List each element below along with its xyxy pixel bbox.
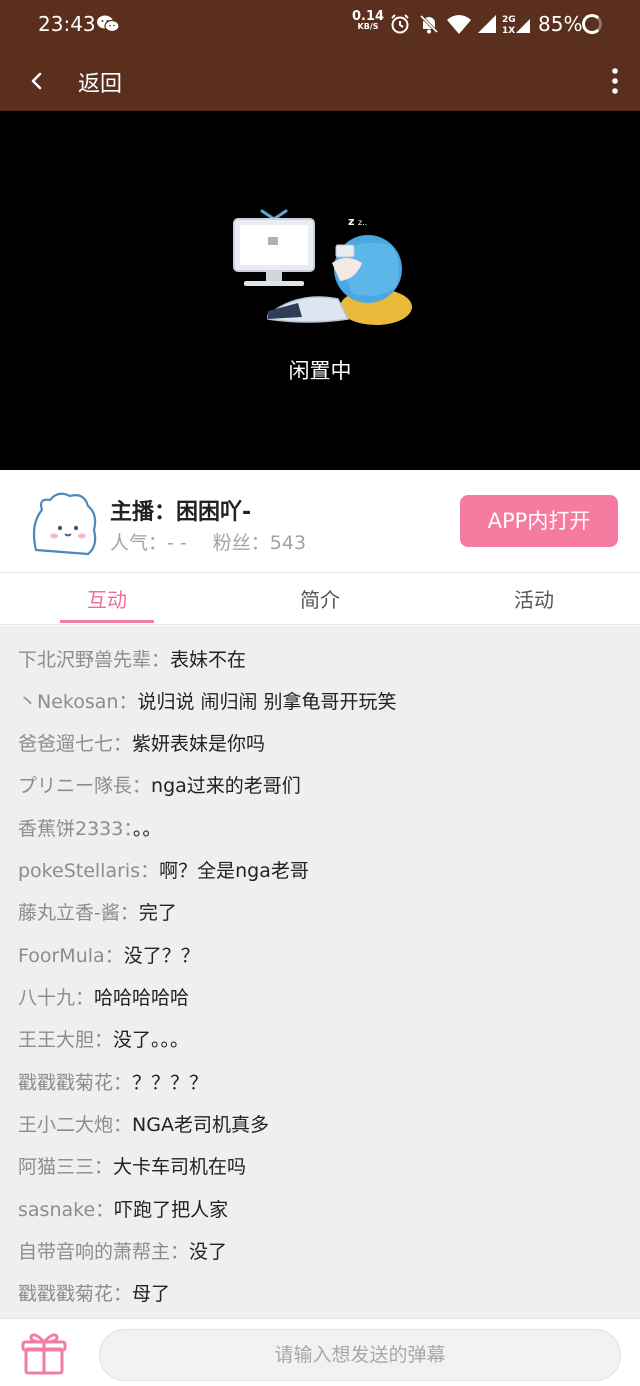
chat-message: 自带音响的萧帮主：没了	[18, 1241, 228, 1263]
status-time: 23:43	[38, 12, 96, 36]
bottom-input-bar: 请输入想发送的弹幕	[0, 1318, 640, 1386]
chat-text: nga过来的老哥们	[151, 775, 301, 797]
chat-text: NGA老司机真多	[132, 1114, 269, 1136]
chat-username: sasnake	[18, 1199, 96, 1221]
back-button[interactable]: 返回	[78, 66, 122, 98]
chat-message: 戳戳戳菊花：母了	[18, 1283, 171, 1305]
chevron-left-icon[interactable]	[24, 66, 50, 96]
anchor-name: 主播：困困吖-	[110, 500, 252, 525]
chat-username: 戳戳戳菊花	[18, 1072, 114, 1094]
chat-username: 八十九	[18, 987, 76, 1009]
chat-username: 王王大胆	[18, 1029, 95, 1051]
chat-message: プリニー隊長：nga过来的老哥们	[18, 775, 301, 797]
chat-message: 戳戳戳菊花：？？？？	[18, 1072, 209, 1094]
net-speed: 0.14 KB/S	[352, 9, 385, 31]
tab-activity[interactable]: 活动	[454, 574, 614, 625]
chat-message: 藤丸立香-酱：完了	[18, 902, 177, 924]
gift-icon[interactable]	[20, 1329, 68, 1377]
chat-text: 哈哈哈哈哈	[94, 987, 190, 1009]
tab-bar: 互动 简介 活动	[0, 574, 640, 625]
chat-text: 大卡车司机在吗	[113, 1156, 247, 1178]
svg-text:z..: z..	[358, 218, 367, 227]
chat-text: 没了？？	[123, 945, 200, 967]
chat-username: FoorMula	[18, 945, 105, 967]
chat-text: 完了	[138, 902, 177, 924]
chat-username: 丶Nekosan	[18, 691, 119, 713]
chat-message: 香蕉饼2333：。。	[18, 818, 162, 840]
chat-username: 香蕉饼2333	[18, 818, 124, 840]
mute-icon	[419, 14, 439, 34]
anchor-stats: 人气：- - 粉丝：543	[110, 528, 306, 555]
idle-illustration: z z..	[233, 209, 412, 325]
chat-message: 下北沢野兽先辈：表妹不在	[18, 649, 247, 671]
battery-percent: 85%	[538, 12, 583, 36]
chat-message: 丶Nekosan：说归说 闹归闹 别拿龟哥开玩笑	[18, 691, 397, 713]
chat-text: 。。	[132, 818, 162, 840]
chat-text: 没了。。。	[113, 1029, 190, 1051]
signal-2g-icon: 2G 1X	[502, 15, 530, 35]
fans-count: 粉丝：543	[212, 532, 307, 554]
chat-username: 爸爸遛七七	[18, 733, 114, 755]
wifi-icon	[447, 15, 471, 34]
svg-text:1X: 1X	[502, 26, 515, 35]
chat-message: 八十九：哈哈哈哈哈	[18, 987, 190, 1009]
chat-message: 爸爸遛七七：紫妍表妹是你吗	[18, 733, 266, 755]
popularity-count: 人气：- -	[110, 532, 187, 554]
status-bar: 23:43 0.14 KB/S 2G 1X 85%	[0, 0, 640, 50]
alarm-icon	[391, 14, 409, 34]
svg-text:z: z	[348, 215, 354, 228]
anchor-info: 主播：困困吖- 人气：- - 粉丝：543 APP内打开	[0, 470, 640, 573]
chat-username: 王小二大炮	[18, 1114, 114, 1136]
chat-text: 说归说 闹归闹 别拿龟哥开玩笑	[137, 691, 397, 713]
battery-icon	[582, 14, 602, 34]
signal-icon	[478, 15, 496, 33]
chat-message: pokeStellaris：啊？全是nga老哥	[18, 860, 309, 882]
chat-text: 啊？全是nga老哥	[159, 860, 309, 882]
chat-message: 王小二大炮：NGA老司机真多	[18, 1114, 269, 1136]
tab-intro[interactable]: 简介	[240, 574, 400, 625]
chat-username: 下北沢野兽先辈	[18, 649, 152, 671]
chat-text: 吓跑了把人家	[114, 1199, 229, 1221]
chat-text: 表妹不在	[170, 649, 247, 671]
chat-message: 阿猫三三：大卡车司机在吗	[18, 1156, 247, 1178]
video-player[interactable]: z z.. 闲置中	[0, 111, 640, 470]
wechat-icon	[97, 15, 120, 33]
svg-text:2G: 2G	[502, 15, 516, 25]
tab-active-indicator	[60, 620, 154, 623]
chat-list[interactable]: 下北沢野兽先辈：表妹不在 丶Nekosan：说归说 闹归闹 别拿龟哥开玩笑 爸爸…	[0, 626, 640, 1318]
chat-message: FoorMula：没了？？	[18, 945, 200, 967]
chat-text: ？？？？	[132, 1072, 209, 1094]
avatar[interactable]	[26, 484, 100, 558]
chat-text: 没了	[189, 1241, 228, 1263]
tab-interaction[interactable]: 互动	[27, 574, 187, 625]
chat-message: 王王大胆：没了。。。	[18, 1029, 190, 1051]
chat-username: 藤丸立香-酱	[18, 902, 120, 924]
chat-username: pokeStellaris	[18, 860, 141, 882]
chat-username: 自带音响的萧帮主	[18, 1241, 171, 1263]
chat-username: 阿猫三三	[18, 1156, 95, 1178]
chat-message: sasnake：吓跑了把人家	[18, 1199, 229, 1221]
danmaku-input[interactable]: 请输入想发送的弹幕	[99, 1329, 621, 1381]
open-in-app-button[interactable]: APP内打开	[460, 495, 618, 547]
idle-status-text: 闲置中	[288, 359, 352, 383]
chat-text: 紫妍表妹是你吗	[132, 733, 266, 755]
nav-header: 返回	[0, 50, 640, 111]
more-vertical-icon[interactable]	[603, 64, 627, 98]
chat-username: プリニー隊長	[18, 775, 133, 797]
chat-text: 母了	[132, 1283, 171, 1305]
chat-username: 戳戳戳菊花	[18, 1283, 114, 1305]
